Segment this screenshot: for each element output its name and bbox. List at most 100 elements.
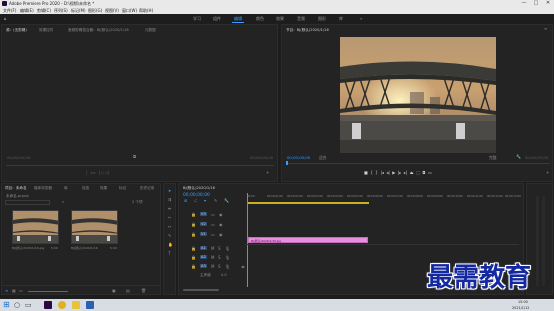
slip-tool-icon[interactable]: ↔	[168, 224, 171, 229]
hand-tool-icon[interactable]: ✋	[168, 242, 173, 247]
track-lock-icon[interactable]: 🔒	[191, 232, 196, 237]
home-icon[interactable]: ⌂	[4, 14, 7, 24]
track-a2-label[interactable]: A2	[200, 255, 207, 259]
task-view-icon[interactable]: ▭	[25, 301, 33, 309]
mute-icon[interactable]: M	[211, 255, 214, 260]
ripple-edit-tool-icon[interactable]: ⇹	[168, 206, 171, 211]
workspaces-more-button[interactable]: »	[360, 14, 362, 24]
tab-libraries[interactable]: 库	[64, 186, 68, 191]
new-item-icon[interactable]: ▤	[126, 288, 130, 293]
menu-edit[interactable]: 编辑(E)	[20, 7, 34, 14]
tab-source[interactable]: 源：(无剪辑)	[6, 28, 27, 33]
pen-tool-icon[interactable]: ✎	[168, 233, 171, 238]
program-playhead[interactable]	[286, 161, 288, 165]
tab-audio-clip-mixer[interactable]: 音频剪辑混合器：BJ(默认)2020/1/16	[68, 28, 129, 33]
freeform-view-icon[interactable]: ▭	[19, 288, 23, 293]
source-scrub-bar[interactable]	[6, 165, 274, 166]
microphone-icon[interactable]: 🎙	[225, 246, 230, 251]
program-settings-icon[interactable]: 🔧	[516, 154, 521, 159]
eye-icon[interactable]: ◉	[219, 222, 223, 227]
tab-markers[interactable]: 标记	[119, 186, 126, 191]
program-add-button[interactable]: +	[546, 170, 549, 175]
mute-icon[interactable]: M	[211, 246, 214, 251]
workspace-libraries[interactable]: 库	[339, 14, 343, 24]
menu-marker[interactable]: 标记(M)	[71, 7, 86, 14]
menu-graphics[interactable]: 图形(G)	[88, 7, 102, 14]
work-area-bar[interactable]	[247, 202, 369, 204]
new-bin-icon[interactable]: ▣	[112, 288, 116, 293]
project-sequence-thumbnail[interactable]	[71, 210, 118, 244]
workspace-assembly[interactable]: 组件	[213, 14, 221, 24]
menu-clip[interactable]: 剪辑(C)	[37, 7, 51, 14]
track-lock-icon[interactable]: 🔒	[191, 246, 196, 251]
tab-history[interactable]: 历史记录	[140, 186, 154, 191]
search-icon[interactable]: ⌕	[62, 199, 64, 204]
selection-tool-icon[interactable]: ➤	[168, 188, 171, 193]
microphone-icon[interactable]: 🎙	[225, 264, 230, 269]
track-select-tool-icon[interactable]: ⇶	[168, 197, 171, 202]
tab-metadata[interactable]: 元数据	[145, 28, 156, 33]
timeline-horizontal-scrollbar[interactable]	[183, 289, 219, 291]
menu-file[interactable]: 文件(F)	[3, 7, 16, 14]
timeline-clip[interactable]: BJ(默认)2020/1/16.jpg	[248, 237, 368, 243]
tab-timeline-sequence[interactable]: BJ(默认)2020/1/16	[183, 186, 215, 191]
workspace-graphics[interactable]: 图形	[318, 14, 326, 24]
microphone-icon[interactable]: 🎙	[225, 255, 230, 260]
solo-icon[interactable]: S	[218, 264, 221, 269]
workspace-audio[interactable]: 音频	[297, 14, 305, 24]
timeline-ruler[interactable]: 00;00 00;00;01;00 00;00;02;00 00;00;03;0…	[247, 193, 521, 207]
close-button[interactable]: ✕	[542, 0, 554, 7]
program-scrub-bar[interactable]	[286, 163, 550, 164]
timeline-settings-icon[interactable]: ✎	[214, 198, 217, 203]
workspace-color[interactable]: 颜色	[256, 14, 264, 24]
razor-tool-icon[interactable]: ✂	[168, 215, 171, 220]
program-transport-controls[interactable]: ■ { } |◂ ◂| ▶ |▸ ▸| ⏏ ⬚ ◘ ▭	[364, 170, 432, 175]
folder-taskbar-icon[interactable]	[72, 301, 80, 309]
source-camera-icon[interactable]: ◘	[133, 154, 136, 159]
menu-sequence[interactable]: 序列(S)	[54, 7, 68, 14]
track-lock-icon[interactable]: 🔒	[191, 212, 196, 217]
taskbar-search-icon[interactable]: ○	[14, 301, 22, 309]
program-timecode-current[interactable]: 00;00;00;00	[287, 155, 310, 160]
minimize-button[interactable]: —	[518, 0, 530, 7]
chrome-taskbar-icon[interactable]	[58, 301, 66, 309]
tab-info[interactable]: 信息	[82, 186, 89, 191]
linked-selection-icon[interactable]: ⊂	[194, 198, 197, 203]
collapse-arrow-icon[interactable]: ◂▸	[241, 264, 245, 269]
list-view-icon[interactable]: ≡	[5, 288, 8, 293]
solo-icon[interactable]: S	[218, 246, 221, 251]
type-tool-icon[interactable]: T	[168, 251, 170, 256]
project-search-input[interactable]	[5, 200, 50, 205]
program-fit-select[interactable]: 适合	[319, 155, 327, 161]
menu-window[interactable]: 窗口(W)	[122, 7, 137, 14]
eye-icon[interactable]: ◉	[219, 232, 223, 237]
tab-project[interactable]: 项目：未命名	[5, 186, 27, 191]
tab-program[interactable]: 节目：BJ(默认)2020/1/16	[286, 28, 329, 33]
premiere-taskbar-icon[interactable]	[44, 301, 52, 309]
taskbar-clock-date[interactable]: 2021/1/12	[512, 305, 529, 311]
mute-icon[interactable]: M	[211, 264, 214, 269]
program-resolution-select[interactable]: 完整	[489, 155, 497, 161]
project-clip-thumbnail[interactable]	[12, 210, 59, 244]
workspace-effects[interactable]: 效果	[276, 14, 284, 24]
master-track-value[interactable]: 0.0	[221, 273, 227, 277]
track-v2-label[interactable]: V2	[200, 222, 207, 226]
menu-help[interactable]: 帮助(H)	[139, 7, 153, 14]
program-panel-menu-icon[interactable]: ≡	[544, 26, 547, 31]
track-v3-label[interactable]: V3	[200, 212, 207, 216]
track-a1-label[interactable]: A1	[200, 246, 207, 250]
track-toggle-icon[interactable]: ▭	[211, 222, 215, 227]
track-a3-label[interactable]: A3	[200, 264, 207, 268]
icon-view-icon[interactable]: ▦	[12, 288, 16, 293]
wrench-icon[interactable]: 🔧	[224, 198, 229, 203]
word-taskbar-icon[interactable]	[86, 301, 94, 309]
zoom-slider[interactable]	[28, 291, 68, 292]
track-toggle-icon[interactable]: ▭	[211, 232, 215, 237]
menu-view[interactable]: 视图(V)	[105, 7, 119, 14]
maximize-button[interactable]: □	[530, 0, 542, 7]
delete-icon[interactable]: 🗑	[141, 288, 146, 293]
solo-icon[interactable]: S	[218, 255, 221, 260]
track-lock-icon[interactable]: 🔒	[191, 255, 196, 260]
eye-icon[interactable]: ◉	[219, 212, 223, 217]
tab-effect-controls[interactable]: 效果控件	[39, 28, 53, 33]
